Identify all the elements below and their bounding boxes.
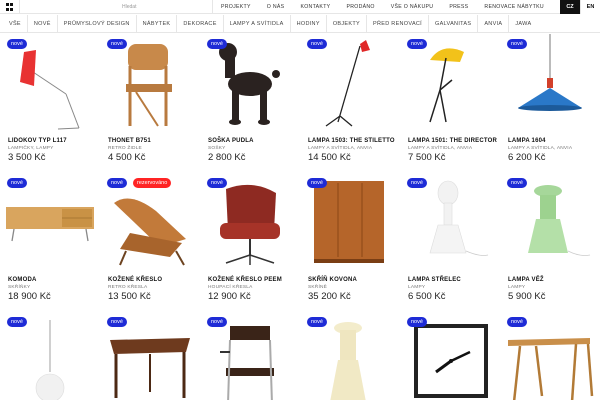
new-badge: nové bbox=[307, 178, 327, 188]
category-pred-renovaci[interactable]: PŘED RENOVACÍ bbox=[367, 14, 430, 33]
category-anvia[interactable]: ANVIA bbox=[478, 14, 510, 33]
product-name[interactable]: LAMPA 1503: THE STILETTO bbox=[308, 138, 395, 144]
new-badge: nové bbox=[207, 317, 227, 327]
product-category: LAMPY A SVÍTIDLA, ANVIA bbox=[508, 146, 573, 151]
topnav-o-nas[interactable]: O NÁS bbox=[259, 0, 293, 14]
category-vse[interactable]: VŠE bbox=[0, 14, 28, 33]
top-bar: Hledat PROJEKTY O NÁS KONTAKTY PRODÁNO V… bbox=[0, 0, 600, 14]
new-badge: nové bbox=[207, 178, 227, 188]
category-prumyslovy-design[interactable]: PRŮMYSLOVÝ DESIGN bbox=[58, 14, 137, 33]
category-lampy[interactable]: LAMPY A SVÍTIDLA bbox=[224, 14, 291, 33]
topnav-kontakty[interactable]: KONTAKTY bbox=[292, 0, 338, 14]
category-objekty[interactable]: OBJEKTY bbox=[327, 14, 367, 33]
product-category: LAMPY A SVÍTIDLA, ANVIA bbox=[408, 146, 473, 151]
product-price: 13 500 Kč bbox=[108, 291, 151, 302]
new-badge: nové bbox=[507, 39, 527, 49]
product-name[interactable]: LAMPA VĚŽ bbox=[508, 277, 544, 283]
product-category: RETRO KŘESLA bbox=[108, 285, 148, 290]
product-name[interactable]: LAMPA STŘELEC bbox=[408, 277, 461, 283]
new-badge: nové bbox=[7, 178, 27, 188]
category-nove[interactable]: NOVÉ bbox=[28, 14, 58, 33]
category-bar: VŠE NOVÉ PRŮMYSLOVÝ DESIGN NÁBYTEK DEKOR… bbox=[0, 14, 600, 33]
product-name[interactable]: LAMPA 1604 bbox=[508, 138, 546, 144]
language-switch: CZ EN bbox=[560, 0, 600, 14]
product-price: 12 900 Kč bbox=[208, 291, 251, 302]
product-price: 3 500 Kč bbox=[8, 152, 46, 163]
category-dekorace[interactable]: DEKORACE bbox=[177, 14, 224, 33]
new-badge: nové bbox=[7, 39, 27, 49]
lang-en[interactable]: EN bbox=[580, 0, 600, 14]
new-badge: nové bbox=[107, 317, 127, 327]
new-badge: nové bbox=[407, 317, 427, 327]
product-price: 4 500 Kč bbox=[108, 152, 146, 163]
new-badge: nové bbox=[207, 39, 227, 49]
new-badge: nové bbox=[307, 317, 327, 327]
product-price: 5 900 Kč bbox=[508, 291, 546, 302]
logo[interactable] bbox=[0, 0, 20, 14]
product-category: LAMPY bbox=[508, 285, 526, 290]
top-nav: PROJEKTY O NÁS KONTAKTY PRODÁNO VŠE O NÁ… bbox=[212, 0, 552, 14]
product-price: 6 200 Kč bbox=[508, 152, 546, 163]
product-name[interactable]: THONET B751 bbox=[108, 138, 151, 144]
product-price: 7 500 Kč bbox=[408, 152, 446, 163]
new-badge: nové bbox=[107, 39, 127, 49]
topnav-vse-o-nakupu[interactable]: VŠE O NÁKUPU bbox=[383, 0, 442, 14]
product-name[interactable]: LIDOKOV TYP L117 bbox=[8, 138, 67, 144]
topnav-press[interactable]: PRESS bbox=[441, 0, 476, 14]
product-category: SKŘÍNĚ bbox=[308, 285, 328, 290]
lang-cz[interactable]: CZ bbox=[560, 0, 580, 14]
new-badge: nové bbox=[7, 317, 27, 327]
new-badge: nové bbox=[407, 39, 427, 49]
search-placeholder: Hledat bbox=[122, 3, 137, 10]
topnav-renovace[interactable]: RENOVACE NÁBYTKU bbox=[476, 0, 551, 14]
topnav-projekty[interactable]: PROJEKTY bbox=[213, 0, 259, 14]
product-price: 6 500 Kč bbox=[408, 291, 446, 302]
product-price: 18 900 Kč bbox=[8, 291, 51, 302]
product-category: SKŘÍŇKY bbox=[8, 285, 31, 290]
product-category: RETRO ŽIDLE bbox=[108, 146, 142, 151]
product-name[interactable]: KOMODA bbox=[8, 277, 37, 283]
product-price: 35 200 Kč bbox=[308, 291, 351, 302]
product-name[interactable]: KOŽENÉ KŘESLO PEEM bbox=[208, 277, 282, 283]
category-nabytek[interactable]: NÁBYTEK bbox=[137, 14, 178, 33]
new-badge: nové bbox=[407, 178, 427, 188]
search-input[interactable]: Hledat bbox=[20, 0, 160, 14]
new-badge: nové bbox=[107, 178, 127, 188]
topnav-prodano[interactable]: PRODÁNO bbox=[338, 0, 382, 14]
new-badge: nové bbox=[507, 317, 527, 327]
product-category: LAMPY bbox=[408, 285, 426, 290]
logo-icon bbox=[5, 1, 14, 12]
new-badge: nové bbox=[507, 178, 527, 188]
product-name[interactable]: LAMPA 1501: THE DIRECTOR bbox=[408, 138, 497, 144]
product-name[interactable]: SOŠKA PUDLA bbox=[208, 138, 254, 144]
reserved-badge: rezervováno bbox=[133, 178, 172, 188]
product-category: SOŠKY bbox=[208, 146, 226, 151]
product-name[interactable]: SKŘÍŇ KOVONA bbox=[308, 277, 357, 283]
product-name[interactable]: KOŽENÉ KŘESLO bbox=[108, 277, 162, 283]
product-category: HOUPACÍ KŘESLA bbox=[208, 285, 253, 290]
product-price: 14 500 Kč bbox=[308, 152, 351, 163]
product-category: LAMPIČKY, LAMPY bbox=[8, 146, 54, 151]
category-jawa[interactable]: JAWA bbox=[509, 15, 537, 33]
category-hodiny[interactable]: HODINY bbox=[291, 14, 327, 33]
category-galvanitas[interactable]: GALVANITAS bbox=[429, 14, 479, 33]
product-price: 2 800 Kč bbox=[208, 152, 246, 163]
new-badge: nové bbox=[307, 39, 327, 49]
product-category: LAMPY A SVÍTIDLA, ANVIA bbox=[308, 146, 373, 151]
